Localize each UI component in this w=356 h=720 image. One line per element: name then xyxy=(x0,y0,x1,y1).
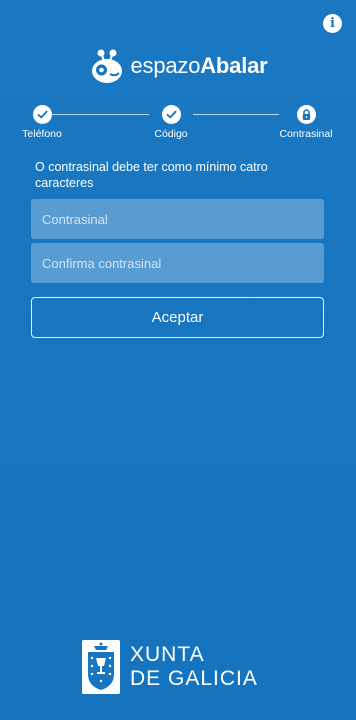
app-logo: espazoAbalar xyxy=(0,48,356,84)
app-name: espazoAbalar xyxy=(130,53,267,79)
password-input[interactable] xyxy=(42,211,313,227)
progress-stepper: Teléfono Código Contrasinal xyxy=(0,104,356,144)
step-label: Contrasinal xyxy=(279,128,333,140)
step-telefono: Teléfono xyxy=(0,104,87,140)
password-hint: O contrasinal debe ter como mínimo catro… xyxy=(35,160,268,190)
accept-button[interactable]: Aceptar xyxy=(31,297,324,338)
app-name-light: espazo xyxy=(130,53,201,78)
xunta-line1: XUNTA xyxy=(130,643,205,666)
xunta-logo: XUNTA DE GALICIA xyxy=(82,640,258,694)
step-codigo: Código xyxy=(126,104,216,140)
step-label: Teléfono xyxy=(22,128,62,140)
confirm-password-field[interactable] xyxy=(31,243,324,283)
bee-mascot-icon xyxy=(92,49,123,83)
app-name-bold: Abalar xyxy=(200,53,268,78)
step-label: Código xyxy=(154,128,188,140)
step-contrasinal: Contrasinal xyxy=(261,104,351,140)
login-screen: i espazoAbalar Teléfono Código Contrasin… xyxy=(0,0,356,720)
info-icon[interactable]: i xyxy=(323,14,342,33)
xunta-line2: DE GALICIA xyxy=(130,667,258,690)
xunta-text: XUNTA DE GALICIA xyxy=(130,643,258,691)
xunta-emblem-icon xyxy=(82,640,120,694)
password-field[interactable] xyxy=(31,199,324,239)
check-icon xyxy=(32,105,52,124)
confirm-password-input[interactable] xyxy=(42,255,313,271)
check-icon xyxy=(161,105,181,124)
lock-icon xyxy=(296,105,316,124)
